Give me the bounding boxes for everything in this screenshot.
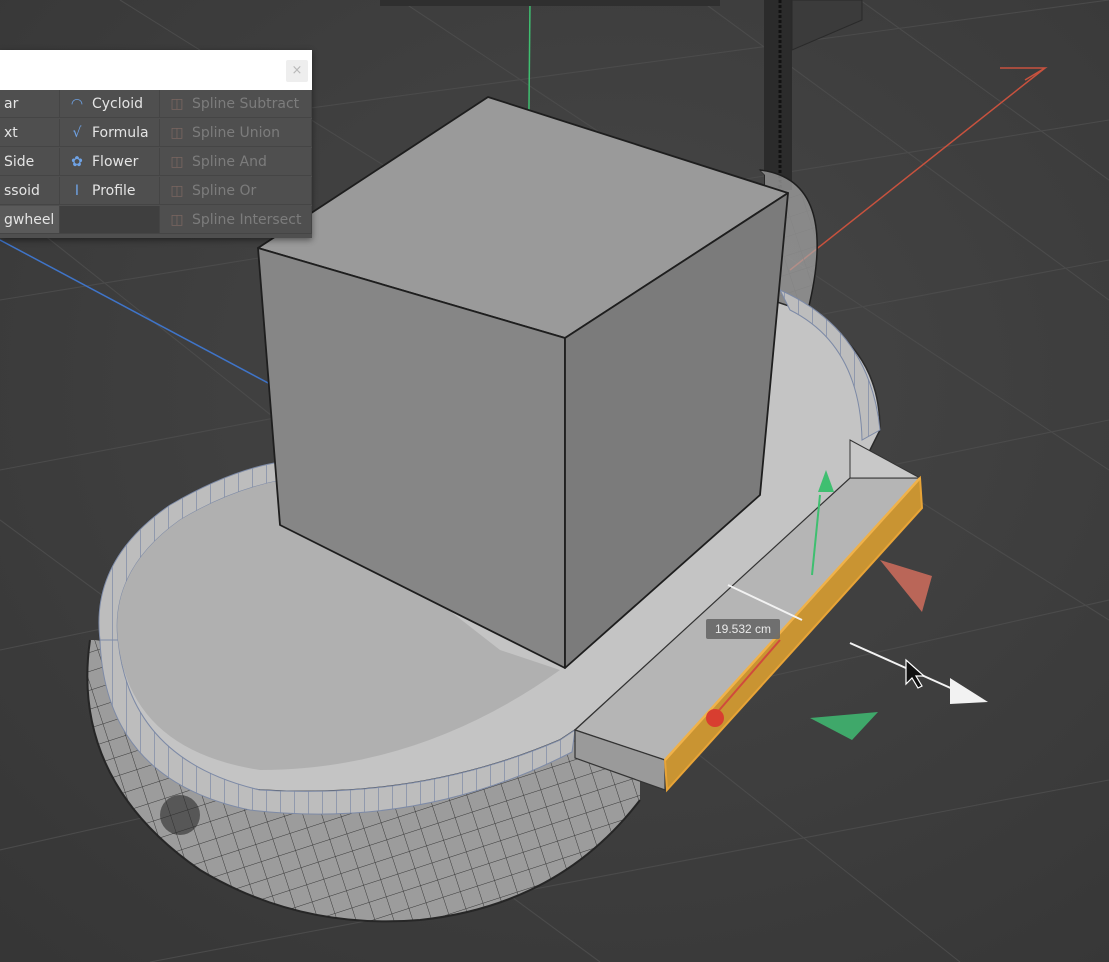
- palette-item-spline-and[interactable]: ◫ Spline And: [160, 148, 312, 176]
- spline-or-icon: ◫: [170, 183, 184, 199]
- palette-item-spline-union[interactable]: ◫ Spline Union: [160, 119, 312, 147]
- palette-item-1-3[interactable]: Side: [0, 148, 60, 176]
- palette-titlebar[interactable]: ×: [0, 50, 312, 90]
- spline-union-icon: ◫: [170, 125, 184, 141]
- profile-icon: I: [74, 183, 80, 199]
- palette-item-spline-intersect[interactable]: ◫ Spline Intersect: [160, 206, 312, 234]
- measurement-readout: 19.532 cm: [706, 619, 780, 639]
- palette-item-profile[interactable]: I Profile: [60, 177, 160, 205]
- palette-item-1-2[interactable]: xt: [0, 119, 60, 147]
- palette-item-flower[interactable]: ✿ Flower: [60, 148, 160, 176]
- palette-item-1-4[interactable]: ssoid: [0, 177, 60, 205]
- palette-item-formula[interactable]: √ Formula: [60, 119, 160, 147]
- palette-item-1-1[interactable]: ar: [0, 90, 60, 118]
- spline-subtract-icon: ◫: [170, 96, 184, 112]
- formula-icon: √: [72, 125, 82, 141]
- palette-empty-cell: [60, 206, 160, 234]
- spline-palette: × ar xt Side ssoid gwheel ◠ Cycloid √ Form…: [0, 50, 312, 238]
- flower-icon: ✿: [71, 154, 83, 170]
- palette-item-cycloid[interactable]: ◠ Cycloid: [60, 90, 160, 118]
- pole: [764, 0, 792, 190]
- palette-item-spline-or[interactable]: ◫ Spline Or: [160, 177, 312, 205]
- palette-item-spline-subtract[interactable]: ◫ Spline Subtract: [160, 90, 312, 118]
- spline-and-icon: ◫: [170, 154, 184, 170]
- spline-intersect-icon: ◫: [170, 212, 184, 228]
- cycloid-icon: ◠: [70, 96, 84, 112]
- palette-item-1-5[interactable]: gwheel: [0, 206, 60, 234]
- close-icon[interactable]: ×: [286, 60, 308, 82]
